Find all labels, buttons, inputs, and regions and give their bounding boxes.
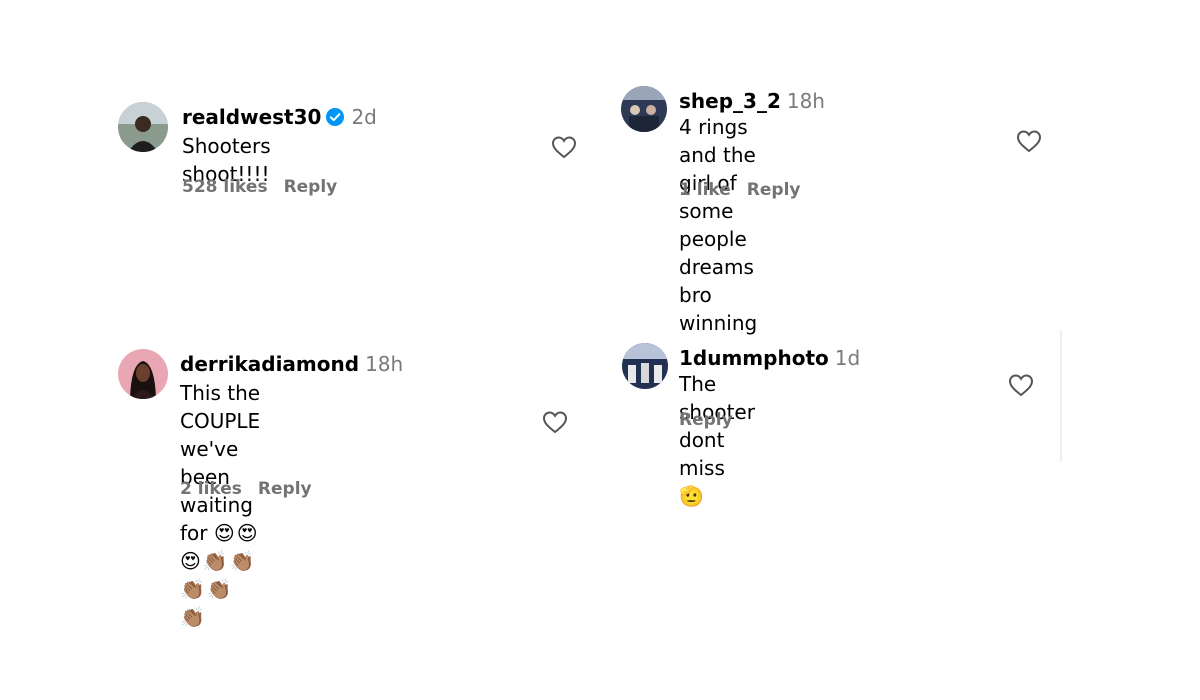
username[interactable]: derrikadiamond <box>180 352 359 376</box>
timestamp[interactable]: 18h <box>787 89 825 113</box>
salute-emoji: 🫡 <box>679 484 706 508</box>
comment-text-line2: dreams bro winning <box>679 255 758 335</box>
avatar[interactable] <box>118 102 168 152</box>
heart-icon[interactable] <box>551 135 577 159</box>
panel-divider <box>1060 330 1062 462</box>
reply-button[interactable]: Reply <box>284 177 338 197</box>
reply-button[interactable]: Reply <box>679 410 733 430</box>
comment-text-line1: This the COUPLE we've been <box>180 381 261 489</box>
heart-icon[interactable] <box>542 410 568 434</box>
timestamp[interactable]: 18h <box>365 352 403 376</box>
verified-badge-icon <box>325 107 345 132</box>
avatar[interactable] <box>118 349 168 399</box>
emoji-reactions-wrap: 👏🏽 <box>180 605 207 629</box>
heart-icon[interactable] <box>1008 373 1034 397</box>
likes-count[interactable]: 1 like <box>679 180 731 200</box>
likes-count[interactable]: 2 likes <box>180 479 242 499</box>
timestamp[interactable]: 1d <box>835 346 860 370</box>
heart-icon[interactable] <box>1016 129 1042 153</box>
likes-count[interactable]: 528 likes <box>182 177 268 197</box>
avatar[interactable] <box>622 343 668 389</box>
avatar[interactable] <box>621 86 667 132</box>
username[interactable]: realdwest30 <box>182 105 321 129</box>
timestamp[interactable]: 2d <box>351 105 376 129</box>
username[interactable]: 1dummphoto <box>679 346 829 370</box>
reply-button[interactable]: Reply <box>258 479 312 499</box>
username[interactable]: shep_3_2 <box>679 89 781 113</box>
reply-button[interactable]: Reply <box>747 180 801 200</box>
